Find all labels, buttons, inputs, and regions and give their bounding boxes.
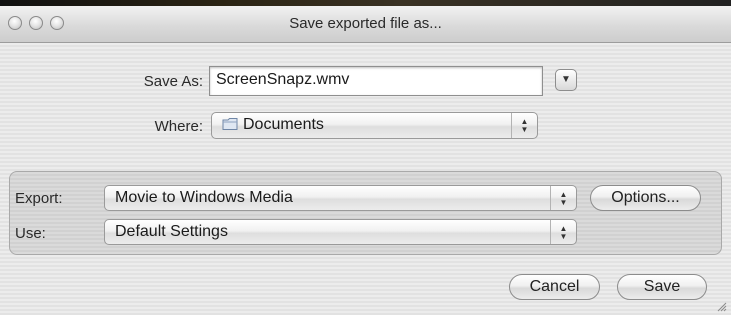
updown-arrows-icon: ▲ ▼ <box>511 113 537 138</box>
resize-grip-icon[interactable] <box>717 302 727 312</box>
save-as-label: Save As: <box>143 73 203 90</box>
save-as-value: ScreenSnapz.wmv <box>216 71 350 88</box>
cancel-button[interactable]: Cancel <box>509 274 600 300</box>
where-selected: Documents <box>243 116 324 133</box>
where-popup[interactable]: Documents ▲ ▼ <box>211 112 538 139</box>
chevron-down-icon: ▼ <box>561 74 571 85</box>
use-popup[interactable]: Default Settings ▲ ▼ <box>104 219 577 245</box>
folder-icon <box>222 117 239 131</box>
export-label: Export: <box>15 190 63 207</box>
updown-arrows-icon: ▲ ▼ <box>550 220 576 244</box>
where-label: Where: <box>154 118 203 135</box>
options-button[interactable]: Options... <box>590 185 701 211</box>
title-bar[interactable]: Save exported file as... <box>0 6 731 43</box>
updown-arrows-icon: ▲ ▼ <box>550 186 576 210</box>
window-title: Save exported file as... <box>289 15 442 32</box>
save-as-field[interactable]: ScreenSnapz.wmv <box>209 66 543 96</box>
use-selected: Default Settings <box>115 223 228 240</box>
use-label: Use: <box>15 225 46 242</box>
expand-browser-button[interactable]: ▼ <box>555 69 577 91</box>
export-popup[interactable]: Movie to Windows Media ▲ ▼ <box>104 185 577 211</box>
save-button[interactable]: Save <box>617 274 707 300</box>
export-selected: Movie to Windows Media <box>115 189 293 206</box>
